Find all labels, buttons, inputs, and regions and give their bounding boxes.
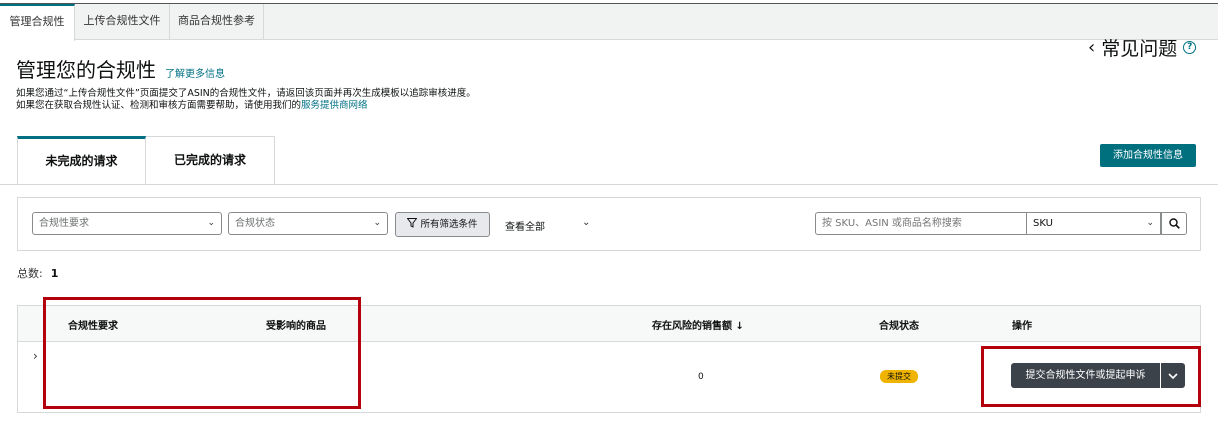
- chevron-down-icon[interactable]: ⌄: [582, 217, 590, 228]
- header-action: 操作: [1012, 321, 1032, 332]
- service-provider-link[interactable]: 服务提供商网络: [301, 100, 368, 111]
- header-sales-at-risk[interactable]: 存在风险的销售额 ↓: [652, 317, 744, 332]
- help-circle-icon: ?: [1183, 41, 1197, 54]
- chevron-down-icon: ⌄: [1146, 218, 1154, 228]
- search-button[interactable]: [1161, 212, 1187, 235]
- page-title: 管理您的合规性: [16, 58, 156, 82]
- chevron-left-icon: ‹: [1088, 37, 1096, 58]
- search-icon: [1168, 218, 1180, 229]
- status-select-value: 合规状态: [235, 218, 275, 229]
- faq-label: 常见问题: [1101, 38, 1178, 60]
- tab-divider: [0, 184, 1218, 185]
- add-compliance-button[interactable]: 添加合规性信息: [1100, 144, 1196, 167]
- expand-row-icon[interactable]: ›: [33, 349, 38, 363]
- search-input[interactable]: [815, 212, 1027, 235]
- requirement-select-value: 合规性要求: [39, 218, 89, 229]
- chevron-down-icon: ⌄: [207, 218, 215, 228]
- tab-upload-compliance[interactable]: 上传合规性文件: [75, 4, 170, 40]
- tab-manage-compliance[interactable]: 管理合规性: [0, 4, 75, 41]
- search-type-value: SKU: [1033, 218, 1053, 229]
- learn-more-link[interactable]: 了解更多信息: [165, 65, 225, 80]
- chevron-down-icon: ⌄: [373, 218, 381, 228]
- highlight-box-requirement: [43, 297, 361, 409]
- faq-link[interactable]: ‹ 常见问题 ?: [1088, 34, 1197, 61]
- sales-at-risk-value: 0: [698, 372, 704, 382]
- total-count: 总数: 1: [17, 265, 58, 281]
- header-status: 合规状态: [879, 321, 919, 332]
- filter-icon: [406, 218, 418, 228]
- description-line-2: 如果您在获取合规性认证、检测和审核方面需要帮助，请使用我们的服务提供商网络: [16, 97, 368, 111]
- status-badge: 未提交: [880, 370, 918, 383]
- tab-compliance-reference[interactable]: 商品合规性参考: [170, 4, 264, 40]
- total-label: 总数:: [17, 267, 43, 280]
- highlight-box-action: [981, 346, 1201, 407]
- tab-completed-requests[interactable]: 已完成的请求: [146, 136, 275, 185]
- total-value: 1: [50, 267, 59, 280]
- view-all-dropdown[interactable]: 查看全部: [505, 218, 545, 233]
- description-line-2-text: 如果您在获取合规性认证、检测和审核方面需要帮助，请使用我们的: [16, 100, 302, 111]
- all-filters-label: 所有筛选条件: [420, 219, 478, 230]
- compliance-page: 管理合规性 上传合规性文件 商品合规性参考 管理您的合规性 了解更多信息 如果您…: [0, 0, 1218, 437]
- top-tab-bar: 管理合规性 上传合规性文件 商品合规性参考: [0, 3, 1218, 41]
- tab-open-requests[interactable]: 未完成的请求: [17, 136, 146, 185]
- search-type-select[interactable]: SKU ⌄: [1026, 212, 1161, 235]
- all-filters-button[interactable]: 所有筛选条件: [395, 212, 490, 237]
- status-select[interactable]: 合规状态 ⌄: [228, 212, 388, 235]
- requirement-select[interactable]: 合规性要求 ⌄: [32, 212, 222, 235]
- request-status-tabs: 未完成的请求 已完成的请求: [17, 136, 275, 185]
